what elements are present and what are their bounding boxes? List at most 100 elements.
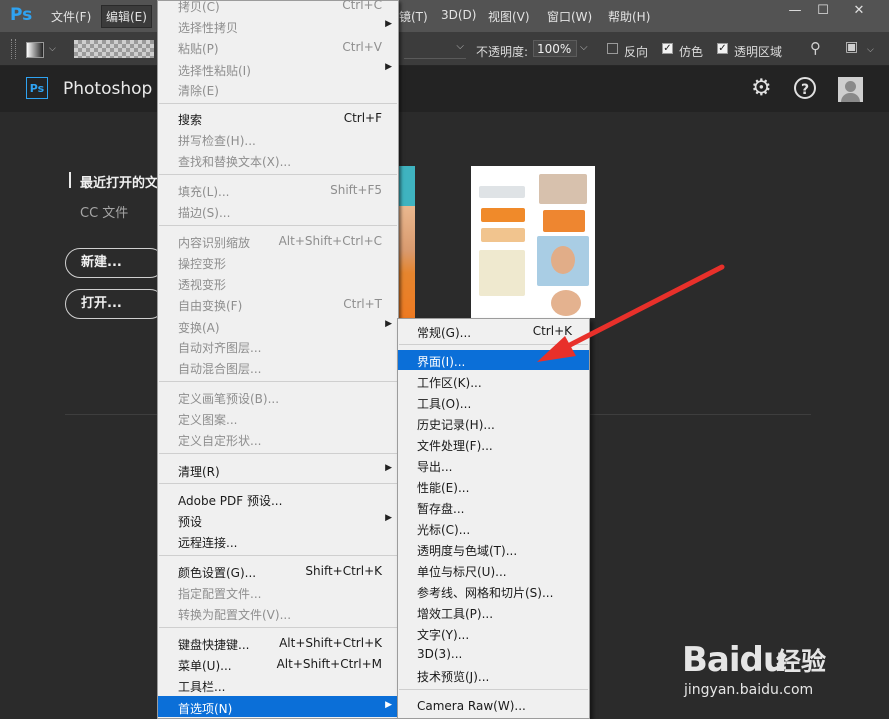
submenu-item-general[interactable]: 常规(G)... Ctrl+K — [398, 321, 589, 341]
chevron-down-icon[interactable]: ⌵ — [49, 44, 56, 54]
menu-help[interactable]: 帮助(H) — [608, 8, 650, 25]
menu-item-clear[interactable]: 清除(E) — [158, 79, 398, 99]
menu-item-menus[interactable]: 菜单(U)... Alt+Shift+Ctrl+M — [158, 654, 398, 674]
menu-item-color-settings[interactable]: 颜色设置(G)... Shift+Ctrl+K — [158, 561, 398, 581]
submenu-item-scratch-disks[interactable]: 暂存盘... — [398, 497, 589, 517]
menu-file[interactable]: 文件(F) — [51, 8, 91, 25]
submenu-item-guides-grid[interactable]: 参考线、网格和切片(S)... — [398, 581, 589, 601]
menu-item-presets[interactable]: 预设 ▶ — [158, 510, 398, 530]
menu-filter[interactable]: 镜(T) — [399, 8, 428, 25]
menu-item-label: 菜单(U)... — [178, 659, 232, 673]
search-icon[interactable]: ⚲ — [810, 39, 821, 57]
maximize-button[interactable]: ☐ — [809, 1, 837, 21]
reverse-checkbox[interactable] — [607, 43, 618, 54]
menu-separator — [159, 225, 397, 226]
menu-edit[interactable]: 编辑(E) — [101, 5, 152, 28]
menu-item-search[interactable]: 搜索 Ctrl+F — [158, 108, 398, 128]
menu-item-paste-special[interactable]: 选择性粘贴(I) ▶ — [158, 59, 398, 79]
menu-item-pdf-presets[interactable]: Adobe PDF 预设... — [158, 489, 398, 509]
dither-label: 仿色 — [679, 45, 704, 59]
menu-item-define-pattern[interactable]: 定义图案... — [158, 408, 398, 428]
menu-item-label: 内容识别缩放 — [178, 236, 251, 250]
edit-menu: 拷贝(C) Ctrl+C 选择性拷贝 ▶ 粘贴(P) Ctrl+V 选择性粘贴(… — [157, 0, 399, 719]
menu-item-transform[interactable]: 变换(A) ▶ — [158, 316, 398, 336]
transparency-checkbox[interactable]: ✓ — [717, 43, 728, 54]
menu-item-copy-special[interactable]: 选择性拷贝 ▶ — [158, 16, 398, 36]
recent-thumbnail[interactable] — [471, 166, 595, 318]
shortcut-label: Ctrl+V — [342, 40, 382, 54]
gradient-tool-icon[interactable] — [26, 42, 44, 58]
help-icon[interactable]: ? — [794, 77, 816, 99]
cc-files-link[interactable]: CC 文件 — [80, 202, 128, 221]
menu-3d[interactable]: 3D(D) — [441, 8, 476, 22]
recent-thumbnail[interactable] — [398, 166, 415, 318]
ps-logo-icon: Ps — [26, 77, 48, 99]
menu-item-puppet-warp[interactable]: 操控变形 — [158, 252, 398, 272]
gear-icon[interactable]: ⚙ — [751, 75, 772, 101]
menu-item-label: 工作区(K)... — [417, 376, 482, 390]
recent-files-heading[interactable]: 最近打开的文 — [80, 172, 158, 191]
image-tile — [479, 250, 525, 296]
grip-handle[interactable] — [11, 39, 16, 59]
menu-item-remote-connections[interactable]: 远程连接... — [158, 531, 398, 551]
submenu-item-history[interactable]: 历史记录(H)... — [398, 413, 589, 433]
menu-item-copy[interactable]: 拷贝(C) Ctrl+C — [158, 0, 398, 15]
menu-item-define-shape[interactable]: 定义自定形状... — [158, 429, 398, 449]
shortcut-label: Ctrl+F — [343, 111, 382, 125]
menu-item-find-replace[interactable]: 查找和替换文本(X)... — [158, 150, 398, 170]
menu-item-free-transform[interactable]: 自由变换(F) Ctrl+T — [158, 294, 398, 314]
menu-item-spell-check[interactable]: 拼写检查(H)... — [158, 129, 398, 149]
menu-item-label: 描边(S)... — [178, 206, 231, 220]
menu-item-paste[interactable]: 粘贴(P) Ctrl+V — [158, 37, 398, 57]
avatar[interactable] — [838, 77, 863, 102]
menu-window[interactable]: 窗口(W) — [547, 8, 592, 25]
menu-item-define-brush[interactable]: 定义画笔预设(B)... — [158, 387, 398, 407]
submenu-item-export[interactable]: 导出... — [398, 455, 589, 475]
menu-item-label: 清除(E) — [178, 84, 219, 98]
open-button[interactable]: 打开... — [65, 289, 165, 319]
opacity-input[interactable]: 100% — [533, 40, 577, 57]
minimize-button[interactable]: — — [781, 1, 809, 21]
submenu-item-cursors[interactable]: 光标(C)... — [398, 518, 589, 538]
menu-item-auto-blend[interactable]: 自动混合图层... — [158, 357, 398, 377]
menu-item-stroke[interactable]: 描边(S)... — [158, 201, 398, 221]
menu-item-label: 拼写检查(H)... — [178, 134, 256, 148]
submenu-item-plugins[interactable]: 增效工具(P)... — [398, 602, 589, 622]
dither-checkbox[interactable]: ✓ — [662, 43, 673, 54]
submenu-item-3d[interactable]: 3D(3)... — [398, 644, 589, 664]
gradient-preview[interactable] — [74, 40, 154, 58]
menu-item-auto-align[interactable]: 自动对齐图层... — [158, 336, 398, 356]
submenu-item-file-handling[interactable]: 文件处理(F)... — [398, 434, 589, 454]
submenu-item-units-rulers[interactable]: 单位与标尺(U)... — [398, 560, 589, 580]
menu-separator — [399, 689, 588, 690]
menu-item-content-aware-scale[interactable]: 内容识别缩放 Alt+Shift+Ctrl+C — [158, 231, 398, 251]
menu-separator — [159, 627, 397, 628]
submenu-item-camera-raw[interactable]: Camera Raw(W)... — [398, 696, 589, 716]
chevron-down-icon[interactable]: ⌵ — [580, 42, 588, 53]
submenu-item-interface[interactable]: 界面(I)... — [398, 350, 589, 370]
menu-item-toolbar[interactable]: 工具栏... — [158, 675, 398, 695]
menu-item-convert-profile[interactable]: 转换为配置文件(V)... — [158, 603, 398, 623]
menu-view[interactable]: 视图(V) — [488, 8, 530, 25]
new-button[interactable]: 新建... — [65, 248, 165, 278]
mode-select[interactable]: ⌵ — [404, 40, 466, 59]
menu-item-preferences[interactable]: 首选项(N) ▶ — [158, 696, 398, 717]
image-tile — [543, 210, 585, 232]
menu-item-keyboard-shortcuts[interactable]: 键盘快捷键... Alt+Shift+Ctrl+K — [158, 633, 398, 653]
submenu-item-transparency[interactable]: 透明度与色域(T)... — [398, 539, 589, 559]
close-button[interactable]: ✕ — [845, 1, 873, 21]
menu-item-label: 定义图案... — [178, 413, 238, 427]
menu-item-perspective-warp[interactable]: 透视变形 — [158, 273, 398, 293]
menu-item-fill[interactable]: 填充(L)... Shift+F5 — [158, 180, 398, 200]
workspace-switcher-icon[interactable]: ▣ — [845, 39, 858, 55]
submenu-item-tools[interactable]: 工具(O)... — [398, 392, 589, 412]
submenu-item-tech-preview[interactable]: 技术预览(J)... — [398, 665, 589, 685]
menu-item-assign-profile[interactable]: 指定配置文件... — [158, 582, 398, 602]
watermark-brand: Baidu — [682, 640, 787, 680]
submenu-item-type[interactable]: 文字(Y)... — [398, 623, 589, 643]
chevron-down-icon[interactable]: ⌵ — [867, 45, 874, 55]
menu-separator — [399, 344, 588, 345]
submenu-item-performance[interactable]: 性能(E)... — [398, 476, 589, 496]
menu-item-purge[interactable]: 清理(R) ▶ — [158, 460, 398, 480]
submenu-item-workspace[interactable]: 工作区(K)... — [398, 371, 589, 391]
